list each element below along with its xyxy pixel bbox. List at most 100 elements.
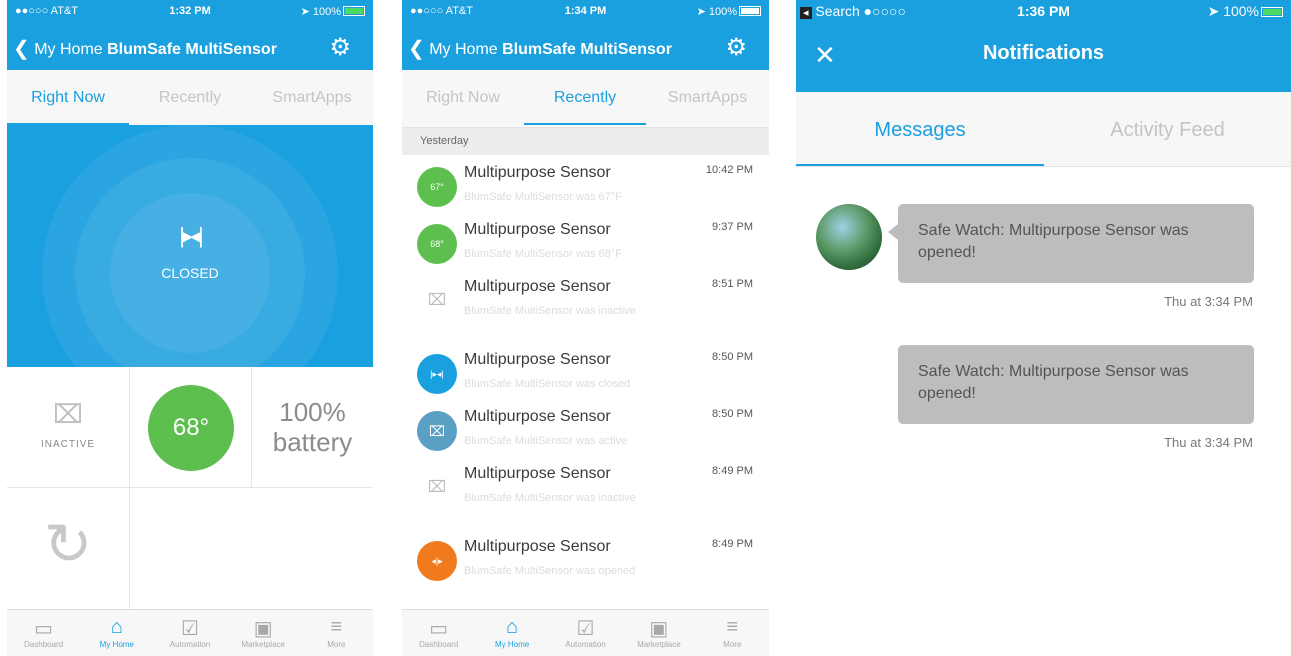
tab-smartapps[interactable]: SmartApps — [646, 70, 769, 125]
event-time: 8:49 PM — [712, 538, 753, 550]
event-time: 8:50 PM — [712, 408, 753, 420]
status-bar: ●●○○○ AT&T 1:32 PM ➤ 100% — [7, 0, 373, 22]
section-header: Yesterday — [402, 128, 769, 155]
temperature-tile[interactable]: 68° — [130, 367, 252, 488]
tabbar-automation[interactable]: ☑ Automation — [153, 610, 226, 649]
bottom-tab-bar: ▭ Dashboard ⌂ My Home ☑ Automation ▣ Marketp… — [402, 609, 769, 656]
battery-tile[interactable]: 100% battery — [252, 367, 373, 488]
marketplace-icon: ▣ — [649, 618, 669, 640]
event-detail: BlumSafe MultiSensor was opened — [464, 565, 636, 577]
contact-state: CLOSED — [161, 265, 219, 281]
back-button[interactable]: ❮ My Home BlumSafe MultiSensor — [13, 36, 277, 61]
status-bar: ◂ Search ●○○○○ 1:36 PM ➤ 100% — [796, 0, 1291, 22]
refresh-tile[interactable]: ↻ — [7, 488, 130, 612]
map-icon: ⌧ — [427, 479, 447, 496]
motion-active-icon: ⌧ — [417, 411, 457, 451]
message-time: Thu at 3:34 PM — [1164, 294, 1253, 309]
tabbar-marketplace[interactable]: ▣ Marketplace — [227, 610, 300, 649]
bottom-tab-bar: ▭ Dashboard ⌂ My Home ☑ Automation ▣ Marketp… — [7, 609, 373, 656]
chevron-left-icon: ❮ — [13, 38, 30, 60]
temperature-badge: 68° — [148, 385, 234, 471]
screen-recently: ●●○○○ AT&T 1:34 PM ➤ 100% ❮ My Home Blum… — [402, 0, 769, 656]
tab-right-now[interactable]: Right Now — [7, 70, 129, 125]
event-detail: BlumSafe MultiSensor was inactive — [464, 492, 636, 504]
map-icon: ⌧ — [53, 399, 83, 429]
event-time: 8:51 PM — [712, 278, 753, 290]
screen-notifications: ◂ Search ●○○○○ 1:36 PM ➤ 100% ✕ Notifica… — [796, 0, 1291, 656]
avatar — [816, 204, 882, 270]
battery-status: ➤ 100% — [1208, 3, 1283, 20]
motion-state: INACTIVE — [40, 439, 96, 450]
battery-icon — [739, 6, 761, 16]
nav-bar: ✕ Notifications — [796, 22, 1291, 92]
temperature-badge: 68° — [417, 224, 457, 264]
event-title: Multipurpose Sensor — [464, 164, 611, 181]
message-bubble[interactable]: Safe Watch: Multipurpose Sensor was open… — [898, 345, 1254, 424]
event-time: 10:42 PM — [705, 164, 753, 176]
tab-recently[interactable]: Recently — [524, 70, 646, 125]
location-icon: ➤ — [1207, 3, 1220, 19]
message-bubble[interactable]: Safe Watch: Multipurpose Sensor was open… — [888, 204, 1254, 283]
menu-icon: ≡ — [330, 616, 343, 638]
event-detail: BlumSafe MultiSensor was 68°F — [464, 248, 622, 260]
device-tabs: Right Now Recently SmartApps — [7, 70, 373, 126]
marketplace-icon: ▣ — [253, 618, 273, 640]
battery-icon — [343, 6, 365, 16]
event-row[interactable]: ◂|▸ Multipurpose Sensor BlumSafe MultiSe… — [402, 529, 769, 601]
event-detail: BlumSafe MultiSensor was closed — [464, 378, 631, 390]
tabbar-dashboard[interactable]: ▭ Dashboard — [402, 610, 475, 649]
event-title: Multipurpose Sensor — [464, 351, 611, 368]
event-detail: BlumSafe MultiSensor was inactive — [464, 305, 636, 317]
event-row[interactable]: 67° Multipurpose Sensor BlumSafe MultiSe… — [402, 155, 769, 212]
map-icon: ⌧ — [427, 292, 447, 309]
device-tabs: Right Now Recently SmartApps — [402, 70, 769, 128]
event-title: Multipurpose Sensor — [464, 465, 611, 482]
event-row[interactable]: ⌧ Multipurpose Sensor BlumSafe MultiSens… — [402, 269, 769, 341]
motion-tile[interactable]: ⌧ INACTIVE — [7, 367, 130, 488]
contact-closed-icon: |▸◂| — [179, 223, 204, 248]
status-bar: ●●○○○ AT&T 1:34 PM ➤ 100% — [402, 0, 769, 22]
tabbar-my-home[interactable]: ⌂ My Home — [80, 610, 153, 649]
tabbar-more[interactable]: ≡ More — [300, 610, 373, 649]
event-time: 8:49 PM — [712, 465, 753, 477]
event-row[interactable]: 68° Multipurpose Sensor BlumSafe MultiSe… — [402, 212, 769, 269]
refresh-icon: ↻ — [43, 512, 93, 577]
event-row[interactable]: |▸◂| Multipurpose Sensor BlumSafe MultiS… — [402, 342, 769, 399]
automation-icon: ☑ — [181, 618, 199, 640]
dashboard-icon: ▭ — [429, 618, 449, 640]
tabbar-more[interactable]: ≡ More — [696, 610, 769, 649]
tile-grid: ⌧ INACTIVE 68° 100% battery ↻ — [7, 367, 373, 612]
tab-activity-feed[interactable]: Activity Feed — [1044, 92, 1291, 166]
screen-right-now: ●●○○○ AT&T 1:32 PM ➤ 100% ❮ My Home Blum… — [7, 0, 373, 656]
contact-status-panel[interactable]: |▸◂| CLOSED — [7, 125, 373, 367]
dashboard-icon: ▭ — [34, 618, 54, 640]
nav-bar: ❮ My Home BlumSafe MultiSensor ⚙ — [402, 22, 769, 70]
battery-label: battery — [272, 427, 353, 457]
page-title: Notifications — [982, 42, 1105, 64]
tabbar-my-home[interactable]: ⌂ My Home — [475, 610, 548, 649]
contact-closed-icon: |▸◂| — [417, 354, 457, 394]
battery-icon — [1261, 7, 1283, 17]
tabbar-automation[interactable]: ☑ Automation — [549, 610, 622, 649]
location-icon: ➤ — [696, 6, 706, 18]
back-button[interactable]: ❮ My Home BlumSafe MultiSensor — [408, 36, 672, 61]
battery-status: ➤ 100% — [697, 5, 761, 18]
battery-status: ➤ 100% — [301, 5, 365, 18]
event-row[interactable]: ⌧ Multipurpose Sensor BlumSafe MultiSens… — [402, 456, 769, 528]
tab-smartapps[interactable]: SmartApps — [251, 70, 373, 125]
notification-tabs: Messages Activity Feed — [796, 92, 1291, 167]
chevron-left-icon: ❮ — [408, 38, 425, 60]
tabbar-dashboard[interactable]: ▭ Dashboard — [7, 610, 80, 649]
tab-recently[interactable]: Recently — [129, 70, 251, 125]
tabbar-marketplace[interactable]: ▣ Marketplace — [622, 610, 695, 649]
header-bar: ●●○○○ AT&T 1:34 PM ➤ 100% ❮ My Home Blum… — [402, 0, 769, 70]
location-icon: ➤ — [300, 6, 310, 18]
tab-right-now[interactable]: Right Now — [402, 70, 524, 125]
temperature-badge: 67° — [417, 167, 457, 207]
gear-icon[interactable]: ⚙ — [329, 33, 351, 62]
gear-icon[interactable]: ⚙ — [725, 33, 747, 62]
event-row[interactable]: ⌧ Multipurpose Sensor BlumSafe MultiSens… — [402, 399, 769, 456]
tab-messages[interactable]: Messages — [796, 92, 1044, 166]
automation-icon: ☑ — [576, 618, 595, 640]
event-detail: BlumSafe MultiSensor was active — [464, 435, 628, 447]
